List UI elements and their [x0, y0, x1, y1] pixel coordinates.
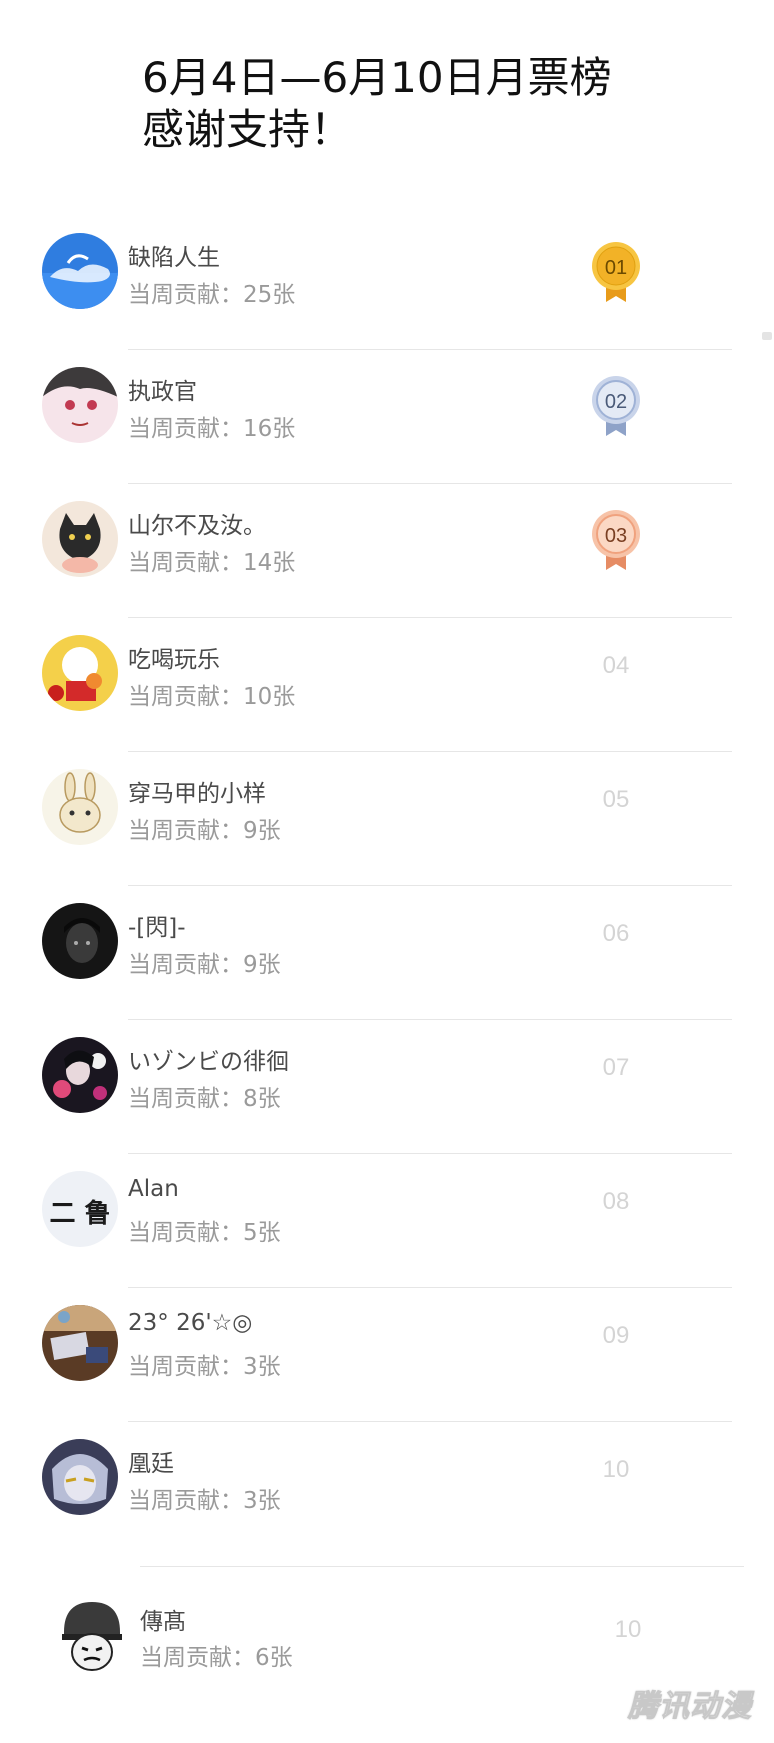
- rank-number: 07: [602, 1054, 630, 1081]
- user-name: 傳髙: [140, 1609, 186, 1635]
- list-item[interactable]: 二 鲁 Alan 当周贡献：5张 08: [0, 1154, 774, 1288]
- user-name: 缺陷人生: [128, 245, 220, 271]
- cat-avatar[interactable]: [42, 501, 118, 577]
- ranking-list: 缺陷人生 当周贡献：25张 01 执政官 当周贡献：16张 02 山尔不及汝。 …: [0, 216, 774, 1556]
- watermark-logo: 腾讯动漫: [628, 1689, 752, 1725]
- weekly-contribution: 当周贡献：14张: [128, 550, 296, 576]
- list-item[interactable]: 穿马甲的小样 当周贡献：9张 05: [0, 752, 774, 886]
- avatar-text: 二 鲁: [49, 1199, 111, 1229]
- list-item[interactable]: 23° 26'☆◎ 当周贡献：3张 09: [0, 1288, 774, 1422]
- title-line-2: 感谢支持！: [142, 105, 353, 154]
- list-item[interactable]: 执政官 当周贡献：16张 02: [0, 350, 774, 484]
- table-avatar[interactable]: [42, 1305, 118, 1381]
- lucky-cat-avatar[interactable]: [42, 635, 118, 711]
- list-item[interactable]: -[閃]- 当周贡献：9张 06: [0, 886, 774, 1020]
- rank-number: 08: [602, 1188, 630, 1215]
- weekly-contribution: 当周贡献：16张: [128, 416, 296, 442]
- sky-avatar[interactable]: [42, 233, 118, 309]
- gold-medal-icon: 01: [590, 240, 642, 304]
- helmet-meme-avatar[interactable]: [56, 1598, 128, 1674]
- list-item[interactable]: 山尔不及汝。 当周贡献：14张 03: [0, 484, 774, 618]
- weekly-contribution: 当周贡献：3张: [128, 1488, 281, 1514]
- rank-number: 04: [602, 652, 630, 679]
- rank-label: 02: [605, 391, 627, 413]
- title-line-1: 6月4日—6月10日月票榜: [142, 53, 612, 102]
- silver-medal-icon: 02: [590, 374, 642, 438]
- rank-label: 03: [605, 525, 627, 547]
- anime-boy-avatar[interactable]: [42, 1439, 118, 1515]
- rank-number: 10: [602, 1456, 630, 1483]
- page-title: 6月4日—6月10日月票榜 感谢支持！: [142, 52, 612, 156]
- user-name: 穿马甲的小样: [128, 781, 266, 807]
- list-item[interactable]: 凰廷 当周贡献：3张 10: [0, 1422, 774, 1556]
- flowers-avatar[interactable]: [42, 1037, 118, 1113]
- user-name: 凰廷: [128, 1451, 174, 1477]
- weekly-contribution: 当周贡献：10张: [128, 684, 296, 710]
- list-item[interactable]: 吃喝玩乐 当周贡献：10张 04: [0, 618, 774, 752]
- weekly-contribution: 当周贡献：9张: [128, 818, 281, 844]
- weekly-contribution: 当周贡献：9张: [128, 952, 281, 978]
- user-name: いゾンビの徘徊: [128, 1049, 289, 1075]
- list-item[interactable]: 傳髙 当周贡献：6张 10: [0, 1566, 774, 1700]
- rank-number: 06: [602, 920, 630, 947]
- text-avatar[interactable]: 二 鲁: [42, 1171, 118, 1247]
- user-name: 执政官: [128, 379, 197, 405]
- weekly-contribution: 当周贡献：8张: [128, 1086, 281, 1112]
- list-item[interactable]: いゾンビの徘徊 当周贡献：8张 07: [0, 1020, 774, 1154]
- user-name: -[閃]-: [128, 915, 186, 941]
- weekly-contribution: 当周贡献：25张: [128, 282, 296, 308]
- user-name: 山尔不及汝。: [128, 513, 266, 539]
- rank-number: 09: [602, 1322, 630, 1349]
- bunny-avatar[interactable]: [42, 769, 118, 845]
- rank-number: 05: [602, 786, 630, 813]
- weekly-contribution: 当周贡献：3张: [128, 1354, 281, 1380]
- list-item[interactable]: 缺陷人生 当周贡献：25张 01: [0, 216, 774, 350]
- user-name: Alan: [128, 1176, 179, 1202]
- weekly-contribution: 当周贡献：6张: [140, 1645, 293, 1671]
- user-name: 吃喝玩乐: [128, 647, 220, 673]
- weekly-contribution: 当周贡献：5张: [128, 1220, 281, 1246]
- user-name: 23° 26'☆◎: [128, 1310, 253, 1336]
- dark-portrait-avatar[interactable]: [42, 903, 118, 979]
- rank-number: 10: [614, 1616, 642, 1643]
- anime-girl-avatar[interactable]: [42, 367, 118, 443]
- rank-label: 01: [605, 257, 627, 279]
- bronze-medal-icon: 03: [590, 508, 642, 572]
